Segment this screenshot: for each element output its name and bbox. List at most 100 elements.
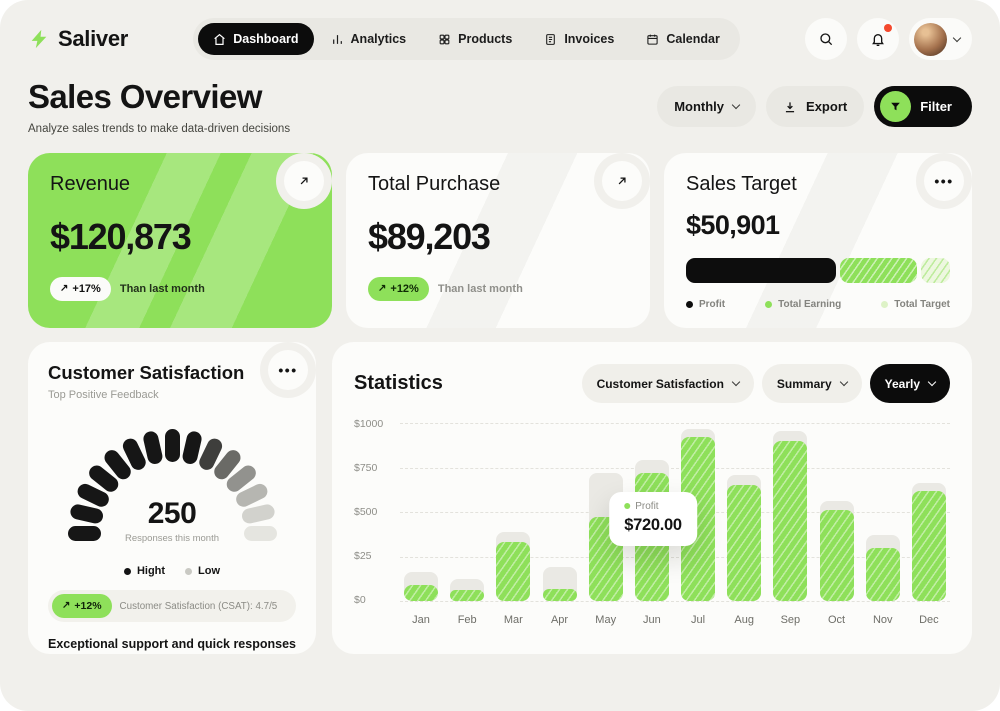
statistics-header: Statistics Customer Satisfaction Summary…	[354, 364, 950, 403]
cs-legend-dot-0	[124, 568, 131, 575]
responses-label: Responses this month	[48, 533, 296, 544]
brand-name: Saliver	[58, 26, 128, 52]
x-tick-nov: Nov	[866, 614, 900, 626]
bar-column-oct[interactable]	[820, 423, 854, 601]
summary-dropdown[interactable]: Summary	[762, 364, 862, 403]
logo[interactable]: Saliver	[28, 26, 128, 52]
bar-column-apr[interactable]	[543, 423, 577, 601]
sales-target-title: Sales Target	[686, 173, 950, 196]
customer-satisfaction-title: Customer Satisfaction	[48, 362, 296, 384]
user-menu[interactable]	[909, 18, 972, 60]
y-tick-label: $500	[354, 506, 396, 518]
legend-item-low: Low	[185, 565, 220, 577]
statistics-card: Statistics Customer Satisfaction Summary…	[332, 342, 972, 654]
progress-earning	[840, 258, 917, 283]
target-legend-dot-2	[881, 301, 888, 308]
nav-item-analytics[interactable]: Analytics	[316, 23, 422, 55]
metric-dropdown-label: Customer Satisfaction	[597, 377, 724, 391]
chevron-down-icon	[839, 378, 847, 386]
target-legend-dot-0	[686, 301, 693, 308]
bar-chart-icon	[331, 33, 344, 46]
bar-fill-feb[interactable]	[450, 590, 484, 601]
revenue-change-row: ↗ +17% Than last month	[50, 277, 310, 301]
csat-change-value: +12%	[74, 600, 101, 612]
sales-target-value: $50,901	[686, 210, 950, 241]
filter-button[interactable]: Filter	[874, 86, 972, 127]
metric-dropdown[interactable]: Customer Satisfaction	[582, 364, 754, 403]
csat-score-text: Customer Satisfaction (CSAT): 4.7/5	[120, 601, 282, 612]
customer-satisfaction-card: ••• Customer Satisfaction Top Positive F…	[28, 342, 316, 654]
legend-item-hight: Hight	[124, 565, 165, 577]
bar-fill-mar[interactable]	[496, 542, 530, 601]
period-dropdown-label: Monthly	[674, 99, 724, 114]
nav-label: Dashboard	[233, 32, 298, 46]
total-purchase-title: Total Purchase	[368, 173, 628, 196]
home-icon	[213, 33, 226, 46]
revenue-change-badge: ↗ +17%	[50, 277, 111, 301]
legend-item-total-target: Total Target	[881, 299, 950, 310]
statistics-title: Statistics	[354, 372, 443, 395]
nav-item-dashboard[interactable]: Dashboard	[198, 23, 313, 55]
sales-target-menu-button[interactable]: •••	[924, 161, 964, 201]
statistics-filters: Customer Satisfaction Summary Yearly	[582, 364, 950, 403]
total-purchase-change-value: +12%	[390, 283, 418, 295]
bar-column-jan[interactable]	[404, 423, 438, 601]
revenue-expand-button[interactable]	[284, 161, 324, 201]
bar-fill-oct[interactable]	[820, 510, 854, 601]
notifications-button[interactable]	[857, 18, 899, 60]
nav-item-calendar[interactable]: Calendar	[631, 23, 735, 55]
bar-column-aug[interactable]	[727, 423, 761, 601]
export-button-label: Export	[806, 99, 847, 114]
bar-fill-dec[interactable]	[912, 491, 946, 601]
topbar-right	[805, 18, 972, 60]
bar-column-mar[interactable]	[496, 423, 530, 601]
total-purchase-change-note: Than last month	[438, 283, 523, 295]
range-dropdown[interactable]: Yearly	[870, 364, 950, 403]
nav-label: Invoices	[564, 32, 614, 46]
funnel-icon	[889, 100, 902, 113]
export-button[interactable]: Export	[766, 86, 864, 127]
target-legend-dot-1	[765, 301, 772, 308]
legend-label: Total Target	[894, 299, 950, 310]
revenue-change-note: Than last month	[120, 283, 205, 295]
customer-satisfaction-menu-button[interactable]: •••	[268, 350, 308, 390]
bar-column-feb[interactable]	[450, 423, 484, 601]
sales-target-card: ••• Sales Target $50,901 Profit Total Ea…	[664, 153, 972, 328]
y-tick-label: $750	[354, 462, 396, 474]
invoice-icon	[544, 33, 557, 46]
x-tick-feb: Feb	[450, 614, 484, 626]
legend-label: Profit	[699, 299, 725, 310]
total-purchase-change-badge: ↗ +12%	[368, 277, 429, 301]
bottom-row: ••• Customer Satisfaction Top Positive F…	[0, 328, 1000, 682]
total-purchase-card: Total Purchase $89,203 ↗ +12% Than last …	[346, 153, 650, 328]
bar-fill-jan[interactable]	[404, 585, 438, 601]
bar-fill-apr[interactable]	[543, 589, 577, 601]
period-dropdown[interactable]: Monthly	[657, 86, 756, 127]
bar-column-sep[interactable]	[773, 423, 807, 601]
ellipsis-icon: •••	[934, 173, 953, 189]
plot-area: Profit $720.00	[400, 423, 950, 601]
x-tick-jul: Jul	[681, 614, 715, 626]
bar-column-dec[interactable]	[912, 423, 946, 601]
customer-satisfaction-subtitle: Top Positive Feedback	[48, 389, 296, 401]
cs-legend-dot-1	[185, 568, 192, 575]
bar-fill-sep[interactable]	[773, 441, 807, 601]
bar-fill-nov[interactable]	[866, 548, 900, 601]
nav-item-invoices[interactable]: Invoices	[529, 23, 629, 55]
search-button[interactable]	[805, 18, 847, 60]
page-header-text: Sales Overview Analyze sales trends to m…	[28, 78, 290, 135]
header-actions: Monthly Export Filter	[657, 86, 972, 127]
total-purchase-expand-button[interactable]	[602, 161, 642, 201]
y-tick-label: $0	[354, 594, 396, 606]
nav-item-products[interactable]: Products	[423, 23, 527, 55]
chart-tooltip: Profit $720.00	[609, 492, 697, 546]
bar-fill-aug[interactable]	[727, 485, 761, 601]
app-window: Saliver Dashboard Analytics Prod	[0, 0, 1000, 711]
csat-change-badge: ↗ +12%	[52, 594, 112, 618]
y-tick-label: $25	[354, 550, 396, 562]
chevron-down-icon	[732, 101, 740, 109]
x-tick-oct: Oct	[820, 614, 854, 626]
x-axis: JanFebMarAprMayJunJulAugSepOctNovDec	[400, 614, 950, 626]
page-subtitle: Analyze sales trends to make data-driven…	[28, 123, 290, 135]
bar-column-nov[interactable]	[866, 423, 900, 601]
